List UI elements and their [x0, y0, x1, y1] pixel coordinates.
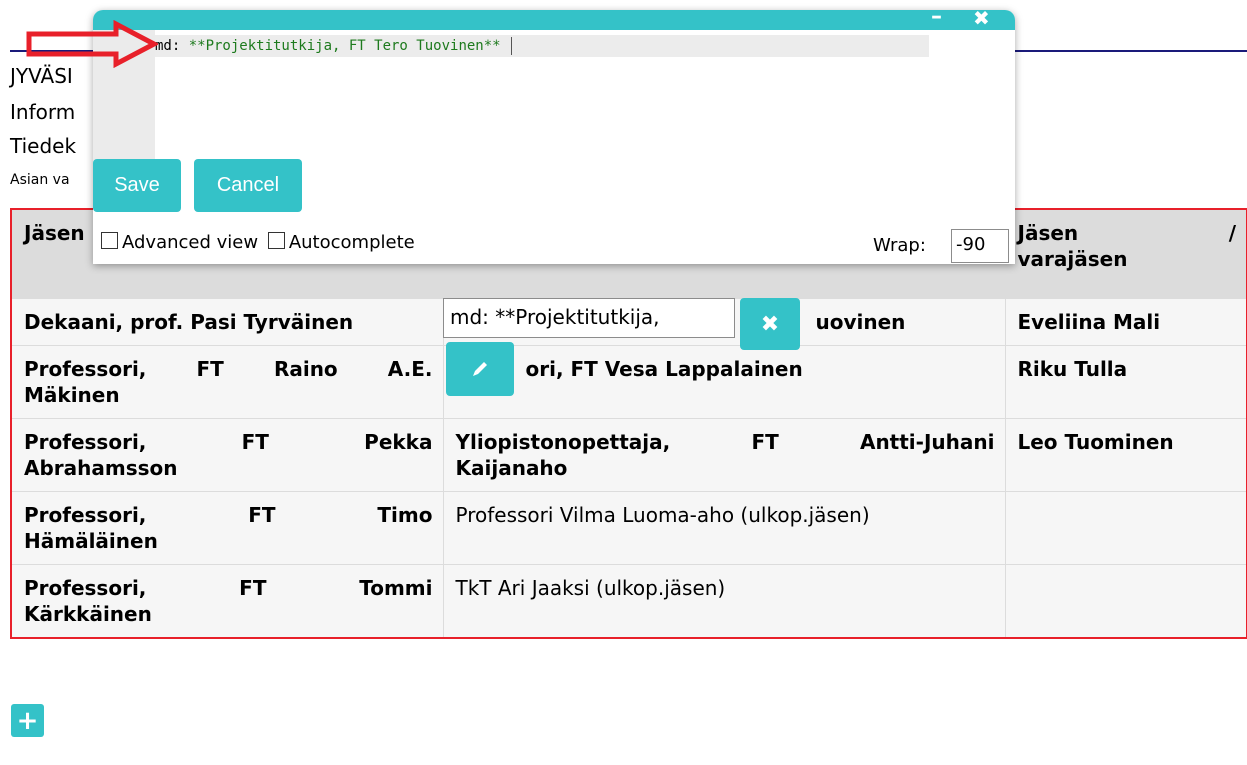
pencil-icon: [473, 362, 487, 376]
cancel-button[interactable]: Cancel: [194, 159, 302, 212]
cell-member: Professori, FT Pekka Abrahamsson: [10, 418, 444, 492]
cell-deputy: ori, FT Vesa Lappalainen: [442, 345, 1006, 419]
advanced-view-label: Advanced view: [122, 232, 259, 253]
edit-button[interactable]: [446, 342, 514, 396]
close-edit-button[interactable]: ✖: [740, 298, 800, 350]
autocomplete-checkbox[interactable]: [267, 232, 285, 249]
text-cursor: [510, 37, 512, 55]
cell-member: Professori, FT Raino A.E. Mäkinen: [10, 345, 444, 419]
save-button[interactable]: Save: [93, 159, 181, 212]
cell-extra: [1004, 491, 1247, 565]
table-row: Professori, FT Pekka Abrahamsson Yliopisto…: [10, 418, 1247, 492]
cell-extra: Riku Tulla: [1004, 345, 1247, 419]
advanced-view-checkbox[interactable]: [101, 232, 118, 249]
members-table: Jäsen Jäsen / varajäsen Dekaani, prof. Pa…: [10, 208, 1247, 639]
close-icon[interactable]: ✖: [973, 6, 990, 30]
add-row-button[interactable]: +: [11, 704, 44, 737]
wrap-label: Wrap:: [873, 235, 926, 256]
cell-extra: Leo Tuominen: [1004, 418, 1247, 492]
table-row: Professori, FT Raino A.E. Mäkinen ori, FT V…: [10, 345, 1247, 419]
header-member-deputy: Jäsen / varajäsen: [1004, 208, 1247, 299]
arrow-icon: [26, 20, 158, 68]
cell-extra: [1004, 564, 1247, 639]
code-editor[interactable]: md: **Projektitutkija, FT Tero Tuovinen*…: [155, 30, 1015, 170]
code-text: **Projektitutkija, FT Tero Tuovinen**: [188, 38, 501, 54]
editor-popup: – ✖ md: **Projektitutkija, FT Tero Tuovi…: [93, 4, 1015, 264]
plus-icon: +: [16, 705, 39, 736]
editor-options: Advanced view Autocomplete: [101, 232, 415, 253]
cell-member: Professori, FT Tommi Kärkkäinen: [10, 564, 444, 639]
cell-deputy: Yliopistonopettaja, FT Antti-Juhani Kaijan…: [442, 418, 1006, 492]
code-prefix: md:: [155, 38, 189, 54]
minimize-icon[interactable]: –: [931, 4, 942, 29]
table-row: Professori, FT Tommi Kärkkäinen TkT Ari Ja…: [10, 564, 1247, 639]
editor-title-bar[interactable]: – ✖: [93, 4, 1015, 30]
table-row: Professori, FT Timo Hämäläinen Professori …: [10, 491, 1247, 565]
code-line[interactable]: md: **Projektitutkija, FT Tero Tuovinen*…: [155, 35, 929, 57]
cell-deputy: Professori Vilma Luoma-aho (ulkop.jäsen): [442, 491, 1006, 565]
cell-member: Dekaani, prof. Pasi Tyrväinen: [10, 298, 444, 346]
cell-member: Professori, FT Timo Hämäläinen: [10, 491, 444, 565]
cell-deputy: TkT Ari Jaaksi (ulkop.jäsen): [442, 564, 1006, 639]
wrap-input[interactable]: -90: [951, 229, 1009, 263]
bg-heading-3: Tiedek: [10, 134, 77, 158]
cell-extra: Eveliina Mali: [1004, 298, 1247, 346]
autocomplete-label: Autocomplete: [288, 232, 415, 253]
bg-heading-2: Inform: [10, 100, 76, 124]
bg-small-text: Asian va: [10, 172, 70, 188]
close-icon: ✖: [760, 311, 780, 337]
inline-edit-input[interactable]: md: **Projektitutkija,: [443, 298, 735, 338]
